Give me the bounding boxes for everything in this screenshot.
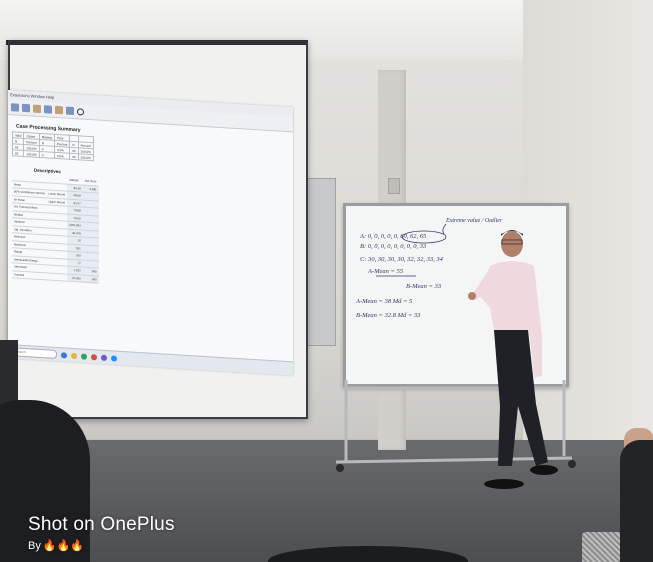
watermark-byline: By 🔥🔥🔥 [28, 539, 175, 553]
summary-table: Valid Cases Missing Total N Percent N Pe… [12, 131, 94, 161]
wb-line: B-Mean = 32.8 Md = 33 [356, 312, 421, 319]
wb-line: B-Mean = 33 [406, 283, 442, 290]
side-panel [304, 178, 336, 346]
wb-line: A-Mean = 55 [367, 268, 404, 275]
presenter-hand [468, 292, 476, 300]
summary-cell: 65 [12, 149, 24, 157]
presenter [468, 230, 558, 489]
folder-icon [71, 352, 77, 359]
presenter-shoe [484, 479, 524, 489]
print-icon [33, 104, 41, 114]
wb-line: A-Mean = 38 Md = 5 [355, 298, 413, 305]
summary-cell: 100.0% [78, 153, 94, 161]
desc-cell: 21.000 [66, 273, 83, 283]
presenter-shoe [530, 465, 558, 475]
excel-icon [81, 352, 87, 360]
projected-spss-window: Extensions Window Help Case Processing S… [8, 90, 293, 376]
open-icon [11, 103, 19, 112]
flame-icon: 🔥🔥🔥 [42, 540, 84, 552]
wb-line: Extreme value / Outlier [445, 218, 503, 224]
foreground-person-right [620, 440, 653, 562]
wb-line: C: 30, 30, 30, 30, 32, 32, 33, 34 [360, 256, 444, 263]
watermark-text: Shot on OnePlus [28, 514, 175, 535]
app-icon [91, 353, 97, 360]
desc-cell: Kurtosis [12, 270, 47, 280]
summary-cell: 65 [69, 153, 79, 160]
search-icon [77, 107, 84, 116]
camera-watermark: Shot on OnePlus By 🔥🔥🔥 [28, 514, 175, 552]
undo-icon [55, 105, 63, 115]
output-document: Case Processing Summary Valid Cases Miss… [12, 120, 287, 295]
dialog-icon [44, 105, 52, 114]
wb-line: B: 0, 0, 0, 0, 0, 0, 0, 0, 33 [360, 243, 427, 250]
wall-socket [388, 178, 400, 194]
chart-icon [66, 106, 74, 116]
summary-cell: 100.0% [23, 150, 40, 158]
taskbar-search: Search [12, 347, 57, 359]
app-icon [111, 354, 117, 362]
wb-line: A: 0, 0, 0, 0, 0, 60, 62, 65 [359, 233, 427, 240]
desc-cell: .000 [82, 274, 99, 284]
app-icon [101, 354, 107, 361]
save-icon [22, 103, 30, 113]
desc-cell [46, 272, 67, 282]
summary-cell: 0.0% [54, 152, 70, 160]
watermark-by: By [28, 539, 41, 552]
edge-icon [61, 351, 67, 359]
classroom-photo: Extensions Window Help Case Processing S… [0, 0, 653, 562]
summary-cell: 0 [39, 151, 55, 159]
descriptives-table: Statistic Std. Error Mean 80.38 5.841 95% C… [12, 173, 99, 284]
